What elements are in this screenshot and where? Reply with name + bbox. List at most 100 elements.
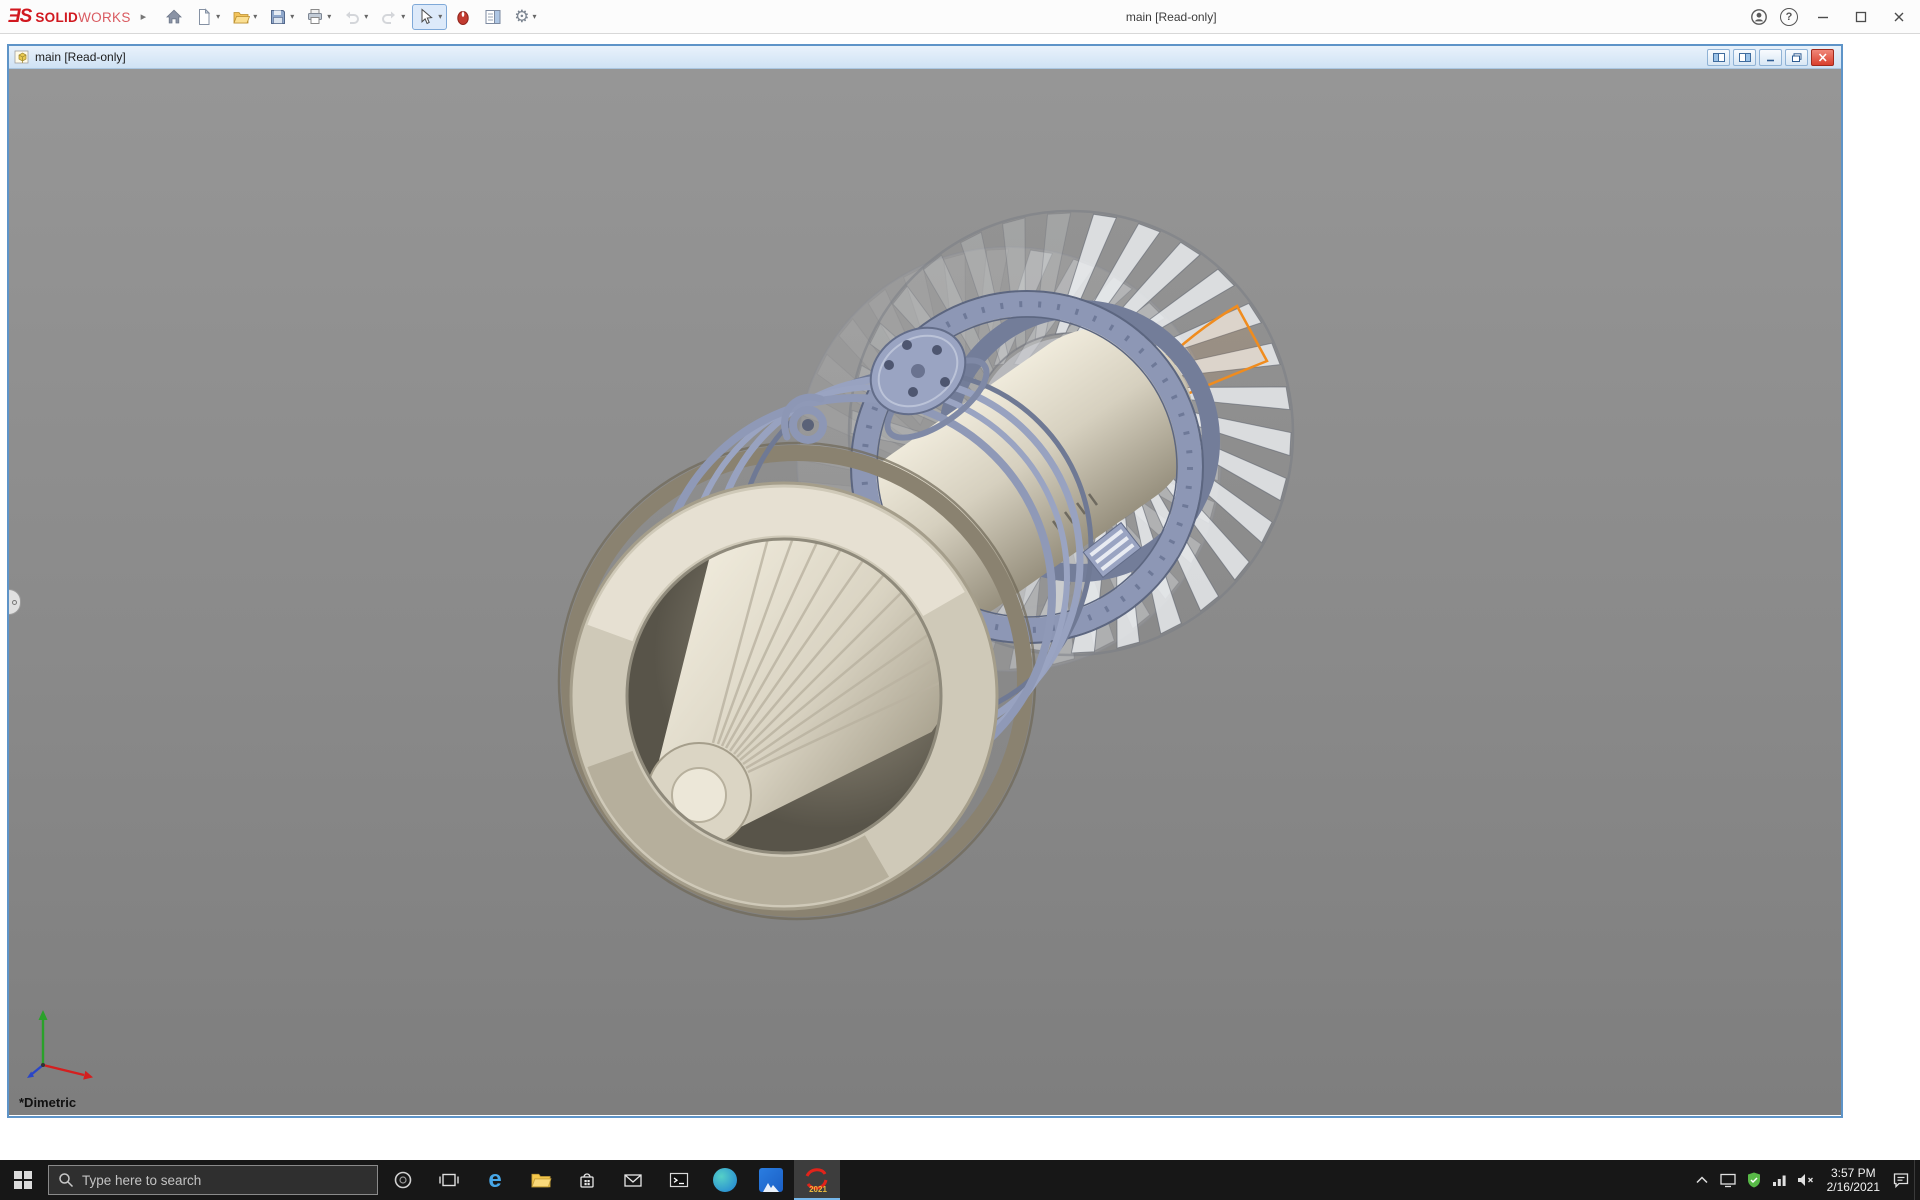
print-button[interactable]: ▾ (301, 4, 336, 30)
save-icon (269, 8, 287, 26)
app-window-controls: ? (1750, 0, 1912, 34)
minimize-icon (1817, 11, 1829, 23)
chevron-down-icon[interactable]: ▾ (253, 12, 257, 21)
app-maximize-button[interactable] (1848, 0, 1874, 34)
show-desktop-button[interactable] (1914, 1160, 1920, 1200)
solidworks-version-badge: 2021 (809, 1185, 827, 1194)
open-button[interactable]: ▾ (227, 4, 262, 30)
security-shield-icon (1745, 1171, 1763, 1189)
start-button[interactable] (0, 1160, 46, 1200)
doc-close-button[interactable] (1811, 49, 1834, 66)
task-pane-icon (484, 8, 502, 26)
doc-minimize-button[interactable] (1759, 49, 1782, 66)
engine-model[interactable] (9, 69, 1841, 1115)
chevron-down-icon[interactable]: ▾ (438, 12, 442, 21)
file-explorer-icon (530, 1171, 552, 1189)
search-icon (58, 1172, 74, 1188)
account-icon[interactable] (1750, 8, 1768, 26)
y-axis-arrow (39, 1010, 48, 1020)
doc-pane-left-button[interactable] (1707, 49, 1730, 66)
taskbar-search[interactable] (48, 1165, 378, 1195)
hidden-icons-button[interactable] (1689, 1160, 1715, 1200)
store-icon (577, 1170, 597, 1190)
chevron-down-icon[interactable]: ▾ (364, 12, 368, 21)
clock-time: 3:57 PM (1831, 1166, 1876, 1180)
taskbar-app-mail[interactable] (610, 1160, 656, 1200)
photos-icon (759, 1168, 783, 1192)
taskbar-app-file-explorer[interactable] (518, 1160, 564, 1200)
taskbar-app-edge[interactable]: e (472, 1160, 518, 1200)
save-button[interactable]: ▾ (264, 4, 299, 30)
graphics-viewport[interactable]: *Dimetric (9, 69, 1841, 1115)
chevron-down-icon[interactable]: ▾ (216, 12, 220, 21)
select-cursor-icon (417, 8, 435, 26)
new-document-button[interactable]: ▾ (190, 4, 225, 30)
chevron-down-icon[interactable]: ▾ (290, 12, 294, 21)
network-icon (1771, 1172, 1788, 1188)
restore-icon (1791, 53, 1803, 62)
application-client-area: main [Read-only] (0, 34, 1920, 1160)
minimize-icon (1765, 53, 1777, 62)
chevron-down-icon[interactable]: ▾ (327, 12, 331, 21)
app-title-bar: ƎS SOLID WORKS ▸ ▾ ▾ ▾ (0, 0, 1920, 34)
display-icon (1719, 1172, 1737, 1188)
open-folder-icon (232, 8, 250, 26)
home-icon (165, 8, 183, 26)
task-view-button[interactable] (426, 1160, 472, 1200)
document-title: main [Read-only] (35, 50, 126, 64)
orientation-triad[interactable] (23, 1005, 105, 1085)
chevron-up-icon (1695, 1175, 1709, 1185)
tray-security-icon[interactable] (1741, 1160, 1767, 1200)
pane-right-icon (1739, 53, 1751, 62)
task-view-icon (439, 1171, 459, 1189)
brand-works-text: WORKS (78, 10, 131, 25)
ds-logo-icon: ƎS (8, 6, 31, 28)
taskbar-clock[interactable]: 3:57 PM 2/16/2021 (1819, 1166, 1888, 1194)
cortana-button[interactable] (380, 1160, 426, 1200)
home-button[interactable] (160, 4, 188, 30)
brand-solid-text: SOLID (35, 10, 78, 25)
menu-expand-arrow-icon[interactable]: ▸ (141, 10, 147, 23)
maximize-icon (1855, 11, 1867, 23)
solidworks-logo: ƎS SOLID WORKS (8, 6, 131, 28)
new-document-icon (195, 8, 213, 26)
task-pane-button[interactable] (479, 4, 507, 30)
undo-button[interactable]: ▾ (338, 4, 373, 30)
close-icon (1817, 53, 1829, 62)
options-button[interactable]: ⚙ ▾ (509, 4, 541, 30)
undo-icon (343, 8, 361, 26)
app-close-button[interactable] (1886, 0, 1912, 34)
assembly-document-icon (14, 49, 30, 65)
taskbar-app-store[interactable] (564, 1160, 610, 1200)
doc-pane-right-button[interactable] (1733, 49, 1756, 66)
help-icon[interactable]: ? (1780, 8, 1798, 26)
taskbar-app-edge-dev[interactable] (702, 1160, 748, 1200)
app-minimize-button[interactable] (1810, 0, 1836, 34)
view-orientation-label: *Dimetric (19, 1095, 76, 1110)
taskbar-app-photos[interactable] (748, 1160, 794, 1200)
tray-display-icon[interactable] (1715, 1160, 1741, 1200)
front-shell (571, 483, 997, 909)
volume-muted-icon (1796, 1172, 1815, 1188)
search-input[interactable] (82, 1173, 368, 1188)
mouse-gestures-button[interactable] (449, 4, 477, 30)
action-center-button[interactable] (1888, 1160, 1914, 1200)
gear-icon: ⚙ (514, 8, 529, 26)
doc-restore-button[interactable] (1785, 49, 1808, 66)
x-axis-arrow (83, 1071, 93, 1080)
select-tool-button[interactable]: ▾ (412, 4, 447, 30)
chevron-down-icon[interactable]: ▾ (401, 12, 405, 21)
document-window: main [Read-only] (7, 44, 1843, 1118)
windows-taskbar: e (0, 1160, 1920, 1200)
document-window-controls (1707, 49, 1836, 66)
tray-network-icon[interactable] (1767, 1160, 1793, 1200)
redo-button[interactable]: ▾ (375, 4, 410, 30)
cortana-icon (393, 1170, 413, 1190)
close-icon (1893, 11, 1905, 23)
tray-volume-icon[interactable] (1793, 1160, 1819, 1200)
taskbar-app-solidworks[interactable]: 2021 (794, 1160, 840, 1200)
document-title-bar[interactable]: main [Read-only] (9, 46, 1841, 69)
solidworks-icon: 2021 (803, 1166, 831, 1194)
taskbar-app-terminal[interactable] (656, 1160, 702, 1200)
chevron-down-icon[interactable]: ▾ (533, 12, 537, 21)
